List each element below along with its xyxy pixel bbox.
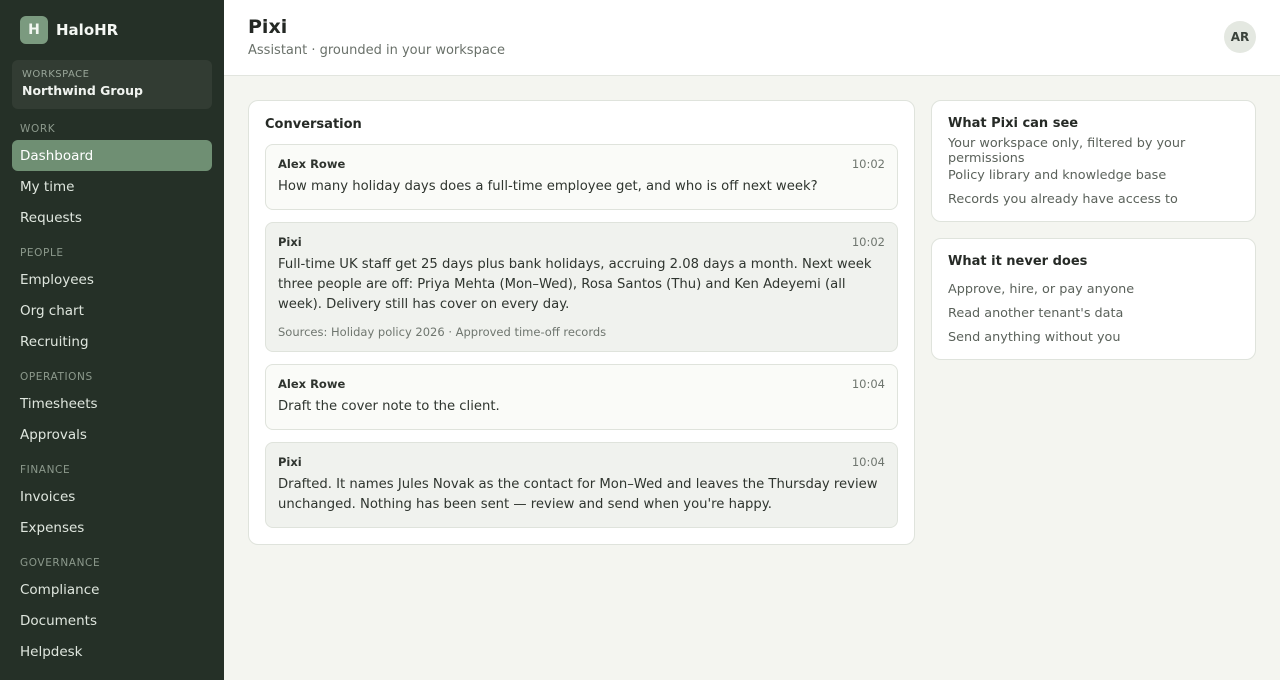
message-list: Alex Rowe 10:02 How many holiday days does… [265, 144, 898, 528]
sidebar-item-invoices[interactable]: Invoices [12, 481, 212, 512]
message-sources[interactable]: Sources: Holiday policy 2026 · Approved … [278, 325, 885, 339]
side-panel: What Pixi can see Your workspace only, f… [931, 100, 1256, 545]
workspace-label: Workspace [22, 69, 90, 80]
message-author: Alex Rowe [278, 157, 346, 171]
never-does-list: Approve, hire, or pay anyone Read anothe… [948, 277, 1239, 349]
brand[interactable]: H HaloHR [12, 16, 212, 44]
main: Pixi Assistant · grounded in your worksp… [224, 0, 1280, 680]
sidebar-item-compliance[interactable]: Compliance [12, 574, 212, 605]
avatar[interactable]: AR [1224, 21, 1256, 53]
can-see-list: Your workspace only, filtered by your pe… [948, 136, 1239, 211]
message-text: How many holiday days does a full-time e… [278, 179, 818, 194]
page-title: Pixi [248, 16, 288, 38]
conversation-title: Conversation [265, 117, 362, 132]
brand-name: HaloHR [56, 21, 119, 39]
message-text: Full-time UK staff get 25 days plus bank… [278, 257, 872, 312]
sidebar-item-helpdesk[interactable]: Helpdesk [12, 636, 212, 667]
conversation-card: Conversation Alex Rowe 10:02 How many holi… [248, 100, 915, 545]
sidebar-item-requests[interactable]: Requests [12, 202, 212, 233]
message-text: Drafted. It names Jules Novak as the con… [278, 477, 878, 512]
message-text: Draft the cover note to the client. [278, 399, 500, 414]
sidebar-item-org-chart[interactable]: Org chart [12, 295, 212, 326]
content: Conversation Alex Rowe 10:02 How many holi… [224, 76, 1280, 545]
page-subtitle: Assistant · grounded in your workspace [248, 43, 505, 58]
sidebar-item-my-time[interactable]: My time [12, 171, 212, 202]
message-header: Alex Rowe 10:04 [278, 377, 885, 391]
sidebar-item-timesheets[interactable]: Timesheets [12, 388, 212, 419]
can-see-title: What Pixi can see [948, 116, 1079, 131]
message-header: Pixi 10:02 [278, 235, 885, 249]
message-author: Pixi [278, 455, 302, 469]
sidebar-item-approvals[interactable]: Approvals [12, 419, 212, 450]
sidebar-item-employees[interactable]: Employees [12, 264, 212, 295]
never-does-item: Read another tenant's data [948, 305, 1124, 321]
nav-section-finance: Finance [20, 464, 71, 476]
message-time: 10:02 [851, 157, 885, 171]
nav-section-operations: Operations [20, 371, 93, 383]
can-see-item: Policy library and knowledge base [948, 167, 1167, 183]
assistant-message: Pixi 10:02 Full-time UK staff get 25 days … [265, 222, 898, 352]
can-see-item: Your workspace only, filtered by your pe… [948, 136, 1186, 166]
nav-section-people: People [20, 247, 64, 259]
sidebar-item-expenses[interactable]: Expenses [12, 512, 212, 543]
nav-section-governance: Governance [20, 557, 101, 569]
message-time: 10:04 [851, 455, 885, 469]
workspace-switcher[interactable]: Workspace Northwind Group [12, 60, 212, 109]
never-does-title: What it never does [948, 254, 1088, 269]
sidebar-nav: Work Dashboard My time Requests People Employ… [12, 123, 212, 667]
message-time: 10:04 [851, 377, 885, 391]
message-header: Pixi 10:04 [278, 455, 885, 469]
message-header: Alex Rowe 10:02 [278, 157, 885, 171]
message-time: 10:02 [851, 235, 885, 249]
message-author: Pixi [278, 235, 302, 249]
nav-section-work: Work [20, 123, 56, 135]
user-message: Alex Rowe 10:02 How many holiday days does… [265, 144, 898, 210]
never-does-card: What it never does Approve, hire, or pay… [931, 238, 1256, 360]
never-does-item: Approve, hire, or pay anyone [948, 281, 1135, 297]
brand-logo: H [20, 16, 48, 44]
can-see-item: Records you already have access to [948, 191, 1178, 207]
never-does-item: Send anything without you [948, 329, 1121, 345]
workspace-name: Northwind Group [22, 83, 143, 98]
sidebar-item-documents[interactable]: Documents [12, 605, 212, 636]
assistant-message: Pixi 10:04 Drafted. It names Jules Novak a… [265, 442, 898, 528]
sidebar-item-recruiting[interactable]: Recruiting [12, 326, 212, 357]
sidebar-item-dashboard[interactable]: Dashboard [12, 140, 212, 171]
message-author: Alex Rowe [278, 377, 346, 391]
can-see-card: What Pixi can see Your workspace only, f… [931, 100, 1256, 222]
user-message: Alex Rowe 10:04 Draft the cover note to th… [265, 364, 898, 430]
sidebar: H HaloHR Workspace Northwind Group Work D… [0, 0, 224, 680]
page-header: Pixi Assistant · grounded in your worksp… [224, 0, 1280, 76]
